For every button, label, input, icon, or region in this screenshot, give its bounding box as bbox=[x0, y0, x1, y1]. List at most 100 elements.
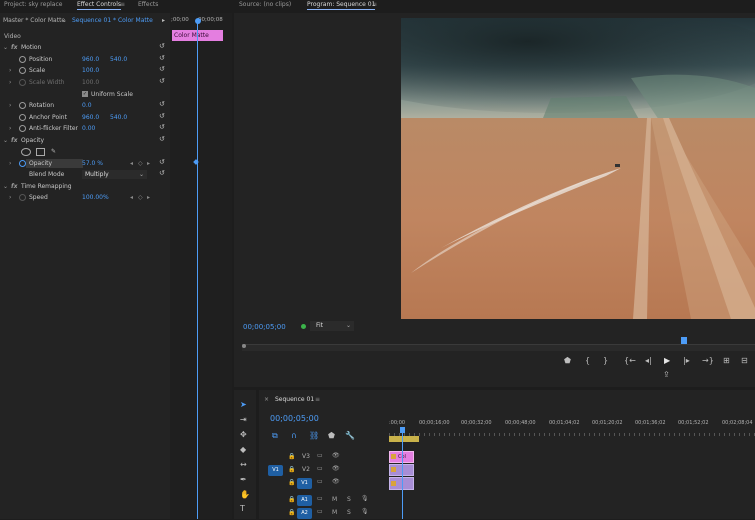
close-sequence-icon[interactable]: × bbox=[264, 396, 269, 403]
tab-source-monitor[interactable]: Source: (no clips) bbox=[239, 1, 291, 8]
sync-lock-icon[interactable]: ▭ bbox=[317, 452, 323, 459]
pen-mask-icon[interactable]: ✎ bbox=[51, 146, 56, 157]
scale-value[interactable]: 100.0 bbox=[82, 65, 99, 76]
position-reset-icon[interactable]: ↺ bbox=[159, 54, 165, 62]
sync-lock-icon[interactable]: ▭ bbox=[317, 478, 323, 485]
program-video-frame[interactable] bbox=[401, 18, 755, 319]
speed-stopwatch-icon[interactable] bbox=[19, 194, 26, 201]
hand-tool-icon[interactable]: ✋ bbox=[240, 490, 250, 500]
zoom-handle-left[interactable] bbox=[242, 344, 246, 348]
tab-sequence[interactable]: Sequence 01 bbox=[275, 396, 314, 403]
mute-icon[interactable]: M bbox=[332, 509, 337, 516]
motion-expand-icon[interactable]: ⌄ bbox=[3, 42, 8, 53]
fx-badge-icon[interactable]: fx bbox=[11, 135, 17, 146]
speed-expand-icon[interactable]: › bbox=[9, 192, 11, 203]
opacity-reset-icon[interactable]: ↺ bbox=[159, 158, 165, 166]
speed-add-keyframe-icon[interactable]: ◇ bbox=[138, 192, 143, 203]
eye-icon[interactable]: 👁 bbox=[332, 452, 340, 459]
prev-keyframe-icon[interactable]: ◂ bbox=[130, 158, 133, 169]
solo-icon[interactable]: S bbox=[347, 509, 351, 516]
sequence-clip-label[interactable]: Sequence 01 * Color Matte bbox=[72, 15, 153, 26]
program-time-ruler[interactable] bbox=[242, 344, 755, 351]
opacity-stopwatch-icon[interactable] bbox=[19, 160, 26, 167]
scale-width-reset-icon[interactable]: ↺ bbox=[159, 77, 165, 85]
motion-reset-icon[interactable]: ↺ bbox=[159, 42, 165, 50]
antiflicker-expand-icon[interactable]: › bbox=[9, 123, 11, 134]
anchor-reset-icon[interactable]: ↺ bbox=[159, 112, 165, 120]
mark-in-icon[interactable]: { bbox=[585, 356, 590, 366]
ellipse-mask-icon[interactable] bbox=[21, 148, 31, 156]
opacity-effect-reset-icon[interactable]: ↺ bbox=[159, 135, 165, 143]
mute-icon[interactable]: M bbox=[332, 496, 337, 503]
anchor-stopwatch-icon[interactable] bbox=[19, 114, 26, 121]
voiceover-mic-icon[interactable]: 🎙 bbox=[361, 495, 369, 502]
sequence-menu-icon[interactable]: ≡ bbox=[315, 396, 320, 403]
fx-badge-icon[interactable]: fx bbox=[11, 42, 17, 53]
linked-selection-icon[interactable]: ⛓ bbox=[309, 431, 319, 441]
play-icon[interactable]: ▶ bbox=[664, 356, 670, 366]
speed-prev-keyframe-icon[interactable]: ◂ bbox=[130, 192, 133, 203]
type-tool-icon[interactable]: T bbox=[240, 504, 245, 514]
panel-menu-icon[interactable]: ≡ bbox=[120, 1, 125, 8]
timeline-timecode[interactable]: 00;00;05;00 bbox=[270, 414, 319, 423]
sync-lock-icon[interactable]: ▭ bbox=[317, 465, 323, 472]
track-label-a2[interactable]: A2 bbox=[297, 508, 312, 519]
timeline-settings-icon[interactable]: 🔧 bbox=[345, 431, 355, 441]
add-marker-icon[interactable]: ⬟ bbox=[564, 356, 571, 366]
next-keyframe-icon[interactable]: ▸ bbox=[147, 158, 150, 169]
snap-icon[interactable]: ∩ bbox=[291, 431, 297, 441]
lock-icon[interactable]: 🔒 bbox=[288, 496, 295, 503]
ec-mini-timeline[interactable]: ;00;00 00;00;08 Color Matte bbox=[170, 13, 232, 519]
anchor-x-value[interactable]: 960.0 bbox=[82, 112, 99, 123]
tab-effects[interactable]: Effects bbox=[138, 1, 158, 8]
razor-tool-icon[interactable]: ◆ bbox=[240, 445, 246, 455]
scale-expand-icon[interactable]: › bbox=[9, 65, 11, 76]
eye-icon[interactable]: 👁 bbox=[332, 465, 340, 472]
blend-reset-icon[interactable]: ↺ bbox=[159, 169, 165, 177]
position-x-value[interactable]: 960.0 bbox=[82, 54, 99, 65]
opacity-value[interactable]: 57.0 % bbox=[82, 158, 103, 169]
step-forward-icon[interactable]: |▸ bbox=[683, 356, 690, 366]
scale-stopwatch-icon[interactable] bbox=[19, 67, 26, 74]
lock-icon[interactable]: 🔒 bbox=[288, 466, 295, 473]
insert-icon[interactable]: ⊞ bbox=[723, 356, 730, 366]
rotation-reset-icon[interactable]: ↺ bbox=[159, 100, 165, 108]
opacity-expand-icon[interactable]: ⌄ bbox=[3, 135, 8, 146]
sync-lock-icon[interactable]: ▭ bbox=[317, 495, 323, 502]
fit-select[interactable]: Fit ⌄ bbox=[310, 321, 354, 331]
ripple-edit-tool-icon[interactable]: ✥ bbox=[240, 430, 247, 440]
ec-playhead-handle[interactable] bbox=[195, 18, 201, 24]
export-frame-icon[interactable]: ⇪ bbox=[663, 370, 670, 380]
position-stopwatch-icon[interactable] bbox=[19, 56, 26, 63]
master-dropdown-icon[interactable]: ⌄ bbox=[62, 15, 67, 26]
voiceover-mic-icon[interactable]: 🎙 bbox=[361, 508, 369, 515]
master-clip-label[interactable]: Master * Color Matte bbox=[3, 15, 65, 26]
collapse-timeline-icon[interactable]: ▸ bbox=[162, 15, 165, 26]
program-playhead-handle[interactable] bbox=[681, 337, 687, 344]
mark-out-icon[interactable]: } bbox=[603, 356, 608, 366]
anchor-y-value[interactable]: 540.0 bbox=[110, 112, 127, 123]
track-label-a1[interactable]: A1 bbox=[297, 495, 312, 506]
tab-project[interactable]: Project: sky replace bbox=[4, 1, 62, 8]
blend-mode-select[interactable]: Multiply ⌄ bbox=[82, 170, 147, 179]
add-keyframe-icon[interactable]: ◇ bbox=[138, 158, 143, 169]
track-select-tool-icon[interactable]: ⇥ bbox=[240, 415, 247, 425]
rotation-expand-icon[interactable]: › bbox=[9, 100, 11, 111]
antiflicker-value[interactable]: 0.00 bbox=[82, 123, 95, 134]
position-y-value[interactable]: 540.0 bbox=[110, 54, 127, 65]
rectangle-mask-icon[interactable] bbox=[36, 148, 45, 156]
sync-lock-icon[interactable]: ▭ bbox=[317, 508, 323, 515]
program-timecode[interactable]: 00;00;05;00 bbox=[243, 323, 286, 331]
overwrite-icon[interactable]: ⊟ bbox=[741, 356, 748, 366]
go-to-out-icon[interactable]: →} bbox=[702, 356, 714, 366]
pen-tool-icon[interactable]: ✒ bbox=[240, 475, 247, 485]
lock-icon[interactable]: 🔒 bbox=[288, 453, 295, 460]
lock-icon[interactable]: 🔒 bbox=[288, 479, 295, 486]
go-to-in-icon[interactable]: {← bbox=[624, 356, 636, 366]
step-back-icon[interactable]: ◂| bbox=[645, 356, 652, 366]
lock-icon[interactable]: 🔒 bbox=[288, 509, 295, 516]
monitor-menu-icon[interactable]: ≡ bbox=[372, 1, 377, 8]
uniform-scale-checkbox[interactable]: ✓ bbox=[82, 91, 88, 97]
speed-next-keyframe-icon[interactable]: ▸ bbox=[147, 192, 150, 203]
source-patch-v1[interactable]: V1 bbox=[268, 465, 283, 476]
